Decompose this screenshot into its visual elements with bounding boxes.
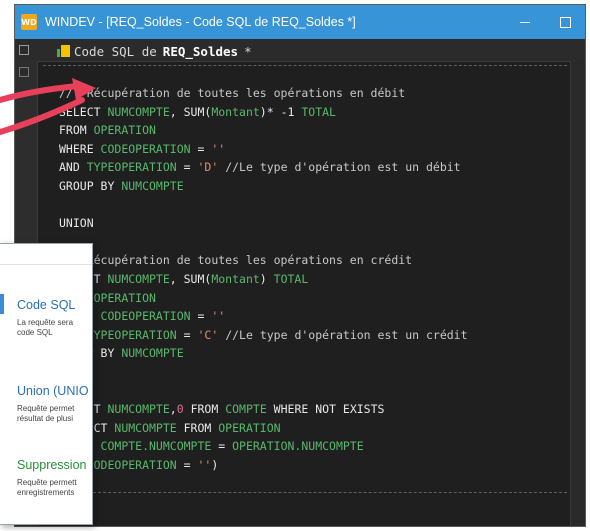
popup-item-desc: code SQL — [17, 328, 53, 337]
code-token: NUMCOMPTE — [121, 179, 184, 193]
code-token: COMPTE — [225, 402, 267, 417]
code-line[interactable]: // Récupération de toutes les opérations… — [59, 252, 412, 268]
code-token: TYPEOPERATION — [86, 327, 177, 342]
code-token: NUMCOMPTE — [107, 402, 170, 417]
code-token: )* -1 — [259, 104, 302, 119]
code-token: , SUM( — [169, 104, 212, 119]
code-token: OPERATION — [93, 290, 156, 305]
code-token: OPERATION — [218, 420, 281, 435]
code-line[interactable]: AND TYPEOPERATION = 'C' //Le type d'opér… — [59, 327, 468, 343]
code-token: , — [169, 402, 177, 417]
code-token: CODEOPERATION — [100, 141, 191, 156]
code-token: TOTAL — [273, 272, 309, 286]
code-line[interactable]: AND TYPEOPERATION = 'D' //Le type d'opér… — [59, 159, 461, 175]
code-token: FROM — [176, 420, 219, 435]
query-type-popup: Code SQL La requête sera code SQL Union … — [0, 243, 93, 525]
tab-modified-marker: * — [244, 43, 252, 59]
window-title: WINDEV - [REQ_Soldes - Code SQL de REQ_S… — [45, 15, 356, 29]
windev-app-icon: WD — [21, 14, 37, 30]
popup-item-desc: enregistrements — [17, 488, 75, 497]
title-bar: WD WINDEV - [REQ_Soldes - Code SQL de RE… — [15, 5, 585, 39]
maximize-icon — [559, 16, 571, 28]
code-token: , SUM( — [169, 272, 212, 286]
code-token: = — [211, 439, 233, 454]
code-token: CODEOPERATION — [86, 458, 177, 472]
code-token: GROUP BY — [59, 179, 122, 193]
code-token: CODEOPERATION — [100, 309, 191, 324]
minimize-button[interactable] — [505, 5, 545, 39]
popup-item-title: Code SQL — [17, 298, 76, 312]
code-token: NUMCOMPTE — [114, 420, 177, 435]
code-line[interactable]: GROUP BY NUMCOMPTE — [59, 178, 184, 194]
separator-line — [43, 65, 567, 66]
code-token: NUMCOMPTE — [107, 272, 170, 286]
code-token: = — [176, 327, 198, 342]
code-token: OPERATION.NUMCOMPTE — [232, 439, 364, 454]
code-token: AND — [59, 160, 87, 175]
code-token: = — [190, 309, 212, 324]
code-token: COMPTE.NUMCOMPTE — [100, 439, 212, 454]
code-token: ) — [259, 272, 274, 286]
code-token: = — [176, 458, 198, 472]
code-token: 0 — [176, 402, 184, 417]
popup-header — [0, 244, 92, 265]
code-token: // Récupération de toutes les opérations… — [59, 253, 413, 268]
tab-query-name: REQ_Soldes — [162, 43, 239, 59]
code-token: //Le type d'opération est un crédit — [218, 327, 468, 342]
code-token: 'D' — [197, 160, 219, 175]
tab-code-sql[interactable]: Code SQL de REQ_Soldes * — [57, 41, 252, 61]
collapse-box-icon[interactable] — [19, 45, 29, 55]
code-token: WHERE NOT EXISTS — [266, 402, 385, 417]
sql-code-icon — [57, 45, 70, 57]
tab-prefix: Code SQL de — [74, 43, 157, 59]
code-token: Montant — [211, 272, 260, 286]
maximize-button[interactable] — [545, 5, 585, 39]
code-token: TOTAL — [301, 104, 336, 119]
popup-item-title: Suppression — [17, 458, 87, 472]
popup-item-desc: La requête sera — [17, 318, 74, 327]
code-token: UNION — [59, 216, 94, 231]
code-token: FROM — [183, 402, 226, 417]
code-token: NUMCOMPTE — [107, 104, 170, 119]
code-token: NUMCOMPTE — [121, 346, 184, 361]
editor-tab-bar: Code SQL de REQ_Soldes * — [15, 39, 585, 62]
code-line[interactable]: WHERE COMPTE.NUMCOMPTE = OPERATION.NUMCO… — [59, 438, 364, 454]
vertical-scrollbar[interactable] — [570, 61, 585, 526]
code-line[interactable]: // Récupération de toutes les opérations… — [59, 85, 405, 101]
annotation-arrow — [0, 78, 96, 135]
popup-item-desc: résultat de plusi — [17, 414, 74, 423]
code-token: //Le type d'opération est un débit — [218, 160, 461, 175]
code-line[interactable]: SELECT NUMCOMPTE,0 FROM COMPTE WHERE NOT… — [59, 401, 384, 417]
code-token: // Récupération de toutes les opérations… — [59, 86, 406, 100]
code-token: '' — [197, 458, 212, 472]
code-token: Montant — [211, 104, 260, 119]
popup-item-desc: Requête permet — [17, 404, 75, 413]
code-token: = — [190, 141, 212, 156]
code-token: '' — [211, 141, 226, 156]
code-line[interactable]: UNION — [59, 215, 94, 231]
popup-item-title: Union (UNIO — [17, 384, 89, 398]
separator-line — [43, 492, 567, 493]
code-line[interactable]: SELECT NUMCOMPTE, SUM(Montant) TOTAL — [59, 271, 308, 287]
selection-marker — [0, 294, 4, 314]
code-token: TYPEOPERATION — [86, 160, 177, 175]
code-token: ) — [211, 458, 219, 472]
code-token: = — [176, 160, 198, 175]
minimize-icon — [520, 21, 530, 23]
code-token: 'C' — [197, 327, 219, 342]
popup-item-desc: Requête permett — [17, 478, 77, 487]
code-token: '' — [211, 309, 226, 324]
